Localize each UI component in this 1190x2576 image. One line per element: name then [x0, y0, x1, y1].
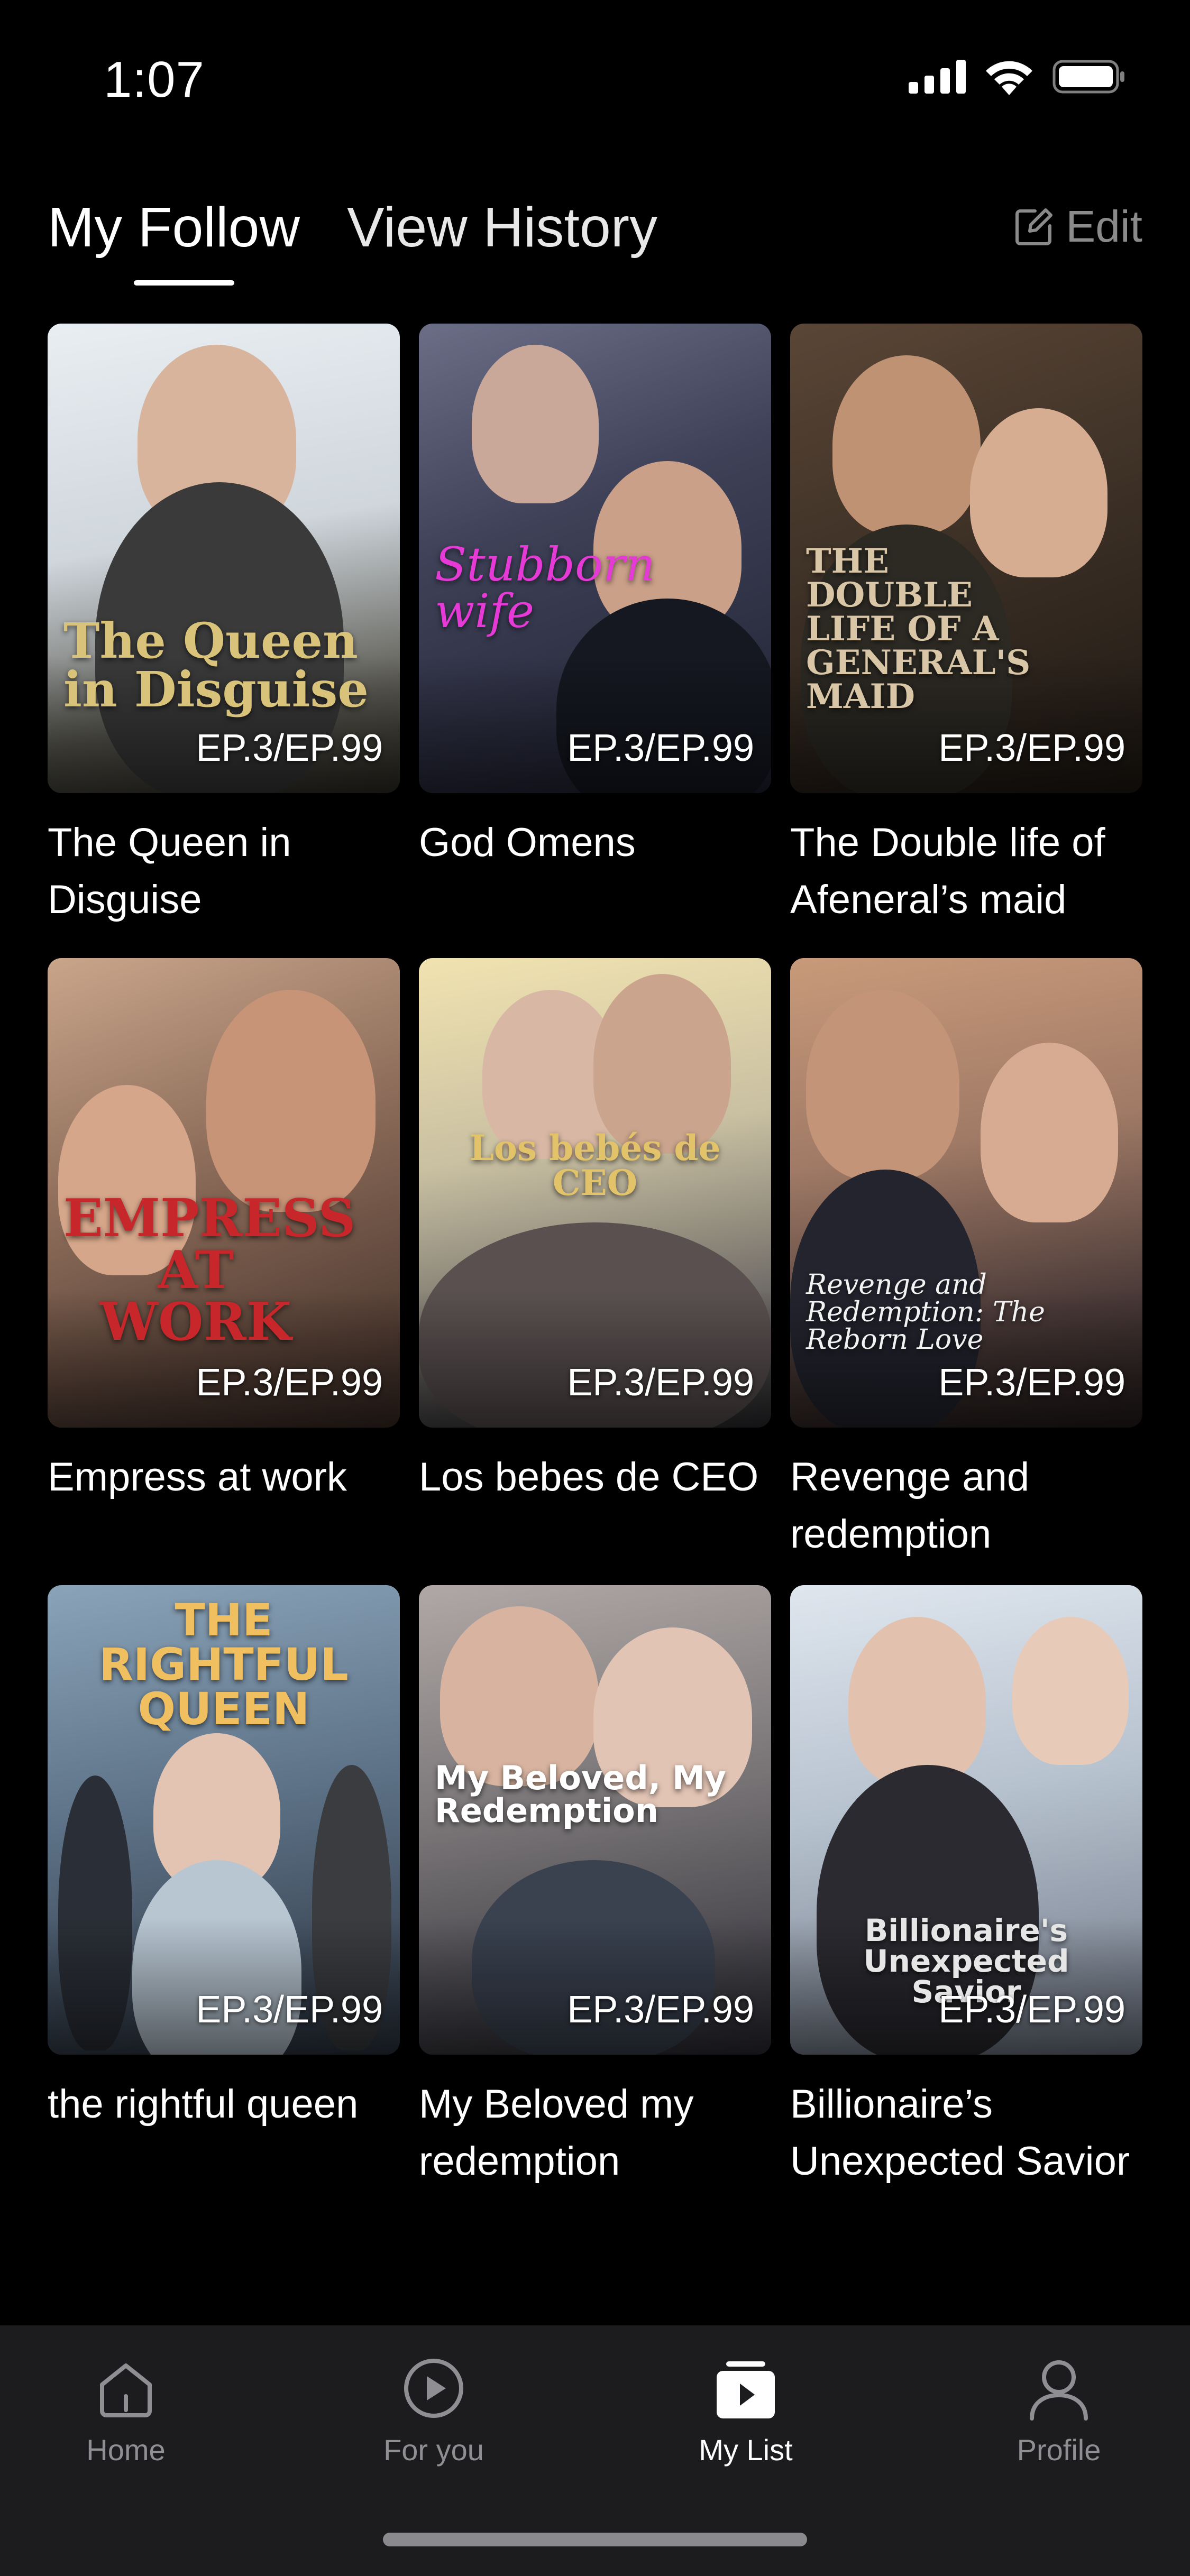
card-title[interactable]: Los bebes de CEO	[419, 1449, 771, 1506]
status-icons	[909, 58, 1127, 95]
edit-label: Edit	[1066, 201, 1142, 251]
tab-my-follow[interactable]: My Follow	[48, 196, 300, 260]
figure-shape	[472, 345, 599, 503]
poster-title-text: THE RIGHTFUL QUEEN	[99, 1594, 349, 1735]
drama-card[interactable]: My Beloved, My Redemption EP.3/EP.99 My …	[419, 1585, 771, 2190]
nav-my-list[interactable]: My List	[666, 2354, 825, 2467]
figure-shape	[981, 1043, 1118, 1222]
cellular-signal-icon	[909, 60, 966, 94]
episode-badge: EP.3/EP.99	[938, 1989, 1125, 2031]
poster-image[interactable]: Los bebés de CEO EP.3/EP.99	[419, 958, 771, 1428]
poster-image[interactable]: Revenge and Redemption: The Reborn Love …	[790, 958, 1142, 1428]
active-tab-indicator	[134, 280, 234, 286]
nav-for-you-label: For you	[383, 2433, 484, 2467]
nav-for-you[interactable]: For you	[354, 2354, 513, 2467]
poster-title-text: Stubborn wife	[435, 537, 655, 638]
my-list-icon	[717, 2361, 775, 2418]
drama-card[interactable]: THE RIGHTFUL QUEEN EP.3/EP.99 the rightf…	[48, 1585, 400, 2133]
card-title[interactable]: Revenge and redemption	[790, 1449, 1142, 1563]
nav-profile-label: Profile	[1017, 2433, 1101, 2467]
poster-title-text: THE DOUBLE LIFE OF A GENERAL'S MAID	[806, 541, 1031, 716]
poster-image[interactable]: Billionaire's Unexpected Savior EP.3/EP.…	[790, 1585, 1142, 2055]
status-bar: 1:07	[0, 0, 1190, 137]
poster-shade	[419, 1917, 771, 2055]
episode-badge: EP.3/EP.99	[196, 727, 383, 769]
profile-icon	[1030, 2360, 1088, 2421]
card-title[interactable]: My Beloved my redemption	[419, 2076, 771, 2190]
wifi-icon	[986, 61, 1032, 95]
drama-card[interactable]: EMPRESS AT WORK EP.3/EP.99 Empress at wo…	[48, 958, 400, 1506]
poster-title-text: EMPRESS AT WORK	[63, 1188, 356, 1353]
drama-card[interactable]: Los bebés de CEO EP.3/EP.99 Los bebes de…	[419, 958, 771, 1506]
battery-icon	[1052, 60, 1124, 94]
play-circle-icon	[404, 2359, 463, 2418]
card-title[interactable]: The Double life of Afeneral’s maid	[790, 814, 1142, 928]
poster-image[interactable]: THE DOUBLE LIFE OF A GENERAL'S MAID EP.3…	[790, 324, 1142, 793]
poster-title-text: The Queen in Disguise	[63, 612, 369, 718]
nav-home-label: Home	[86, 2433, 166, 2467]
drama-card[interactable]: Billionaire's Unexpected Savior EP.3/EP.…	[790, 1585, 1142, 2190]
figure-shape	[1012, 1617, 1129, 1765]
episode-badge: EP.3/EP.99	[567, 727, 754, 769]
drama-card[interactable]: Revenge and Redemption: The Reborn Love …	[790, 958, 1142, 1563]
tab-view-history[interactable]: View History	[347, 196, 657, 260]
episode-badge: EP.3/EP.99	[567, 1989, 754, 2031]
drama-card[interactable]: Stubborn wife EP.3/EP.99 God Omens	[419, 324, 771, 871]
nav-home[interactable]: Home	[47, 2354, 205, 2467]
poster-image[interactable]: THE RIGHTFUL QUEEN EP.3/EP.99	[48, 1585, 400, 2055]
poster-image[interactable]: My Beloved, My Redemption EP.3/EP.99	[419, 1585, 771, 2055]
status-time: 1:07	[104, 51, 205, 108]
episode-badge: EP.3/EP.99	[567, 1361, 754, 1404]
card-title[interactable]: Empress at work	[48, 1449, 400, 1506]
figure-shape	[848, 1617, 986, 1786]
home-icon	[100, 2363, 152, 2417]
poster-title-text: Revenge and Redemption: The Reborn Love	[806, 1269, 1045, 1356]
figure-shape	[206, 990, 376, 1212]
edit-icon	[1015, 208, 1053, 245]
figure-shape	[832, 355, 981, 535]
poster-image[interactable]: EMPRESS AT WORK EP.3/EP.99	[48, 958, 400, 1428]
poster-shade	[419, 656, 771, 793]
figure-shape	[806, 990, 959, 1180]
episode-badge: EP.3/EP.99	[196, 1989, 383, 2031]
card-title[interactable]: God Omens	[419, 814, 771, 871]
episode-badge: EP.3/EP.99	[938, 1361, 1125, 1404]
drama-card[interactable]: The Queen in Disguise EP.3/EP.99 The Que…	[48, 324, 400, 928]
nav-my-list-label: My List	[699, 2433, 793, 2467]
poster-image[interactable]: Stubborn wife EP.3/EP.99	[419, 324, 771, 793]
nav-profile[interactable]: Profile	[980, 2354, 1138, 2467]
card-title[interactable]: The Queen in Disguise	[48, 814, 400, 928]
episode-badge: EP.3/EP.99	[938, 727, 1125, 769]
poster-shade	[419, 1290, 771, 1428]
poster-title-text: My Beloved, My Redemption	[435, 1759, 726, 1830]
drama-card[interactable]: THE DOUBLE LIFE OF A GENERAL'S MAID EP.3…	[790, 324, 1142, 928]
poster-shade	[48, 1917, 400, 2055]
list-tabs: My Follow View History Edit	[48, 196, 1142, 291]
poster-image[interactable]: The Queen in Disguise EP.3/EP.99	[48, 324, 400, 793]
figure-shape	[593, 974, 731, 1154]
edit-button[interactable]: Edit	[1014, 201, 1142, 252]
episode-badge: EP.3/EP.99	[196, 1361, 383, 1404]
home-indicator	[383, 2533, 807, 2546]
card-title[interactable]: the rightful queen	[48, 2076, 400, 2133]
poster-title-text: Los bebés de CEO	[469, 1127, 721, 1203]
card-title[interactable]: Billionaire’s Unexpected Savior	[790, 2076, 1142, 2190]
